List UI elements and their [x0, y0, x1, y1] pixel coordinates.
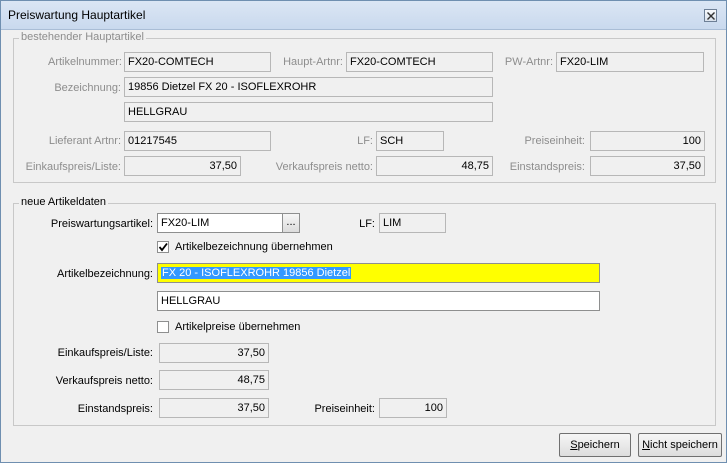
- save-mnemonic: S: [570, 439, 578, 451]
- new-article-group: [13, 203, 716, 426]
- einkaufspreis-new-label: Einkaufspreis/Liste:: [57, 347, 153, 359]
- artikelbezeichnung-label: Artikelbezeichnung:: [56, 268, 153, 280]
- einkaufspreis-existing-label: Einkaufspreis/Liste:: [25, 161, 121, 173]
- pw-artnr-field: FX20-LIM: [556, 52, 704, 72]
- preiswartungsartikel-browse-button[interactable]: ...: [282, 213, 300, 233]
- lf-existing-label: LF:: [357, 135, 373, 147]
- preiswartungsartikel-label: Preiswartungsartikel:: [50, 218, 153, 230]
- lieferant-artnr-field: 01217545: [124, 131, 271, 151]
- einkaufspreis-existing-field: 37,50: [124, 156, 241, 176]
- checkmark-icon: [158, 242, 168, 252]
- verkaufspreis-new-label: Verkaufspreis netto:: [55, 375, 153, 387]
- dont-save-label-rest: icht speichern: [650, 439, 718, 451]
- existing-article-legend: bestehender Hauptartikel: [19, 31, 146, 43]
- dont-save-mnemonic: N: [642, 439, 651, 451]
- artikelnummer-label: Artikelnummer:: [48, 56, 122, 68]
- einkaufspreis-new-field: 37,50: [159, 343, 269, 363]
- artikelnummer-field: FX20-COMTECH: [124, 52, 271, 72]
- einstandspreis-existing-label: Einstandspreis:: [509, 161, 585, 173]
- bezeichnung-field-2: HELLGRAU: [124, 102, 493, 122]
- verkaufspreis-existing-field: 48,75: [376, 156, 493, 176]
- dont-save-button[interactable]: Nicht speichern: [638, 433, 722, 457]
- window-title: Preiswartung Hauptartikel: [8, 8, 146, 22]
- close-icon: [707, 12, 715, 20]
- preiseinheit-new-field: 100: [379, 398, 447, 418]
- save-label-rest: peichern: [577, 439, 620, 451]
- verkaufspreis-new-field: 48,75: [159, 370, 269, 390]
- artikelbezeichnung-input-2[interactable]: HELLGRAU: [157, 291, 600, 311]
- lf-existing-field: SCH: [376, 131, 444, 151]
- preiswartungsartikel-input[interactable]: FX20-LIM: [157, 213, 284, 233]
- new-article-legend: neue Artikeldaten: [19, 196, 109, 208]
- save-button[interactable]: Speichern: [559, 433, 631, 457]
- einstandspreis-existing-field: 37,50: [590, 156, 705, 176]
- lieferant-artnr-label: Lieferant Artnr:: [48, 135, 121, 147]
- artikelbezeichnung-selected-text: FX 20 - ISOFLEXROHR 19856 Dietzel: [161, 267, 352, 279]
- lf-new-label: LF:: [359, 218, 375, 230]
- lf-new-field: LIM: [379, 213, 446, 233]
- einstandspreis-new-label: Einstandspreis:: [77, 403, 153, 415]
- artikelbezeichnung-uebernehmen-checkbox[interactable]: [157, 241, 169, 253]
- title-bar: Preiswartung Hauptartikel: [1, 1, 726, 30]
- artikelbezeichnung-input[interactable]: FX 20 - ISOFLEXROHR 19856 Dietzel: [157, 263, 600, 283]
- preiseinheit-existing-label: Preiseinheit:: [524, 135, 585, 147]
- haupt-artnr-label: Haupt-Artnr:: [283, 56, 343, 68]
- artikelpreise-uebernehmen-label[interactable]: Artikelpreise übernehmen: [175, 321, 300, 333]
- preiseinheit-new-label: Preiseinheit:: [314, 403, 375, 415]
- haupt-artnr-field: FX20-COMTECH: [346, 52, 493, 72]
- einstandspreis-new-field: 37,50: [159, 398, 269, 418]
- artikelpreise-uebernehmen-checkbox[interactable]: [157, 321, 169, 333]
- pw-artnr-label: PW-Artnr:: [504, 56, 553, 68]
- close-button[interactable]: [704, 9, 717, 22]
- bezeichnung-label: Bezeichnung:: [54, 82, 121, 94]
- preiseinheit-existing-field: 100: [590, 131, 705, 151]
- bezeichnung-field-1: 19856 Dietzel FX 20 - ISOFLEXROHR: [124, 77, 493, 97]
- verkaufspreis-existing-label: Verkaufspreis netto:: [275, 161, 373, 173]
- artikelbezeichnung-uebernehmen-label[interactable]: Artikelbezeichnung übernehmen: [175, 241, 333, 253]
- dialog-window: Preiswartung Hauptartikel bestehender Ha…: [0, 0, 727, 463]
